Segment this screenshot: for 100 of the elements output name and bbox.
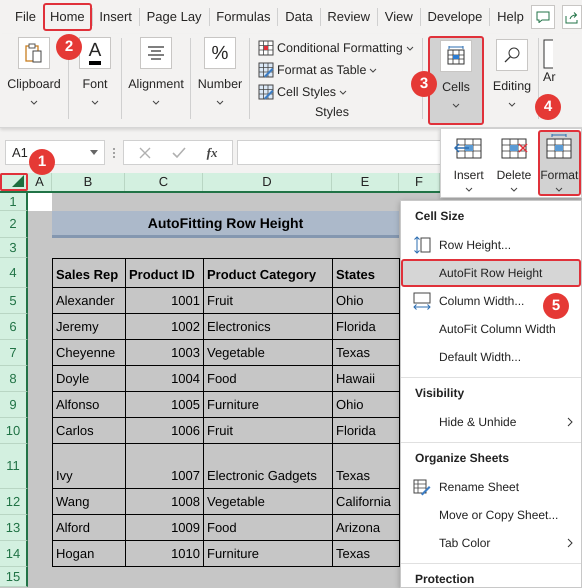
caret-icon	[510, 187, 518, 192]
row-header[interactable]: 6	[0, 314, 28, 340]
cells-menu-button[interactable]: Format	[538, 130, 581, 196]
align-center-icon	[147, 45, 165, 61]
row-header[interactable]: 4	[0, 258, 28, 288]
ribbon-tab[interactable]: Data	[278, 3, 320, 31]
ribbon-group-button[interactable]: Editing	[486, 36, 538, 127]
caret-icon	[452, 102, 460, 108]
table-icon	[543, 39, 553, 69]
menu-item[interactable]: Row Height...	[401, 231, 581, 259]
ribbon-tab[interactable]: Help	[490, 3, 531, 31]
column-header[interactable]: C	[125, 173, 203, 191]
menu-item[interactable]: Rename Sheet	[401, 473, 581, 501]
table-cell: 1008	[126, 489, 204, 515]
ribbon-tab[interactable]: File	[8, 3, 43, 31]
clipboard-icon	[25, 43, 43, 63]
row-header[interactable]: 9	[0, 392, 28, 418]
ribbon-tab[interactable]: Develope	[420, 3, 490, 31]
cells-menu-button[interactable]: Insert	[447, 130, 490, 196]
column-header[interactable]: B	[52, 173, 125, 191]
styles-menu-button[interactable]: Format as Table	[258, 59, 378, 82]
menu-item[interactable]: Tab Color	[401, 529, 581, 557]
menu-section-title: Visibility	[414, 385, 466, 402]
table-cell: 1005	[126, 392, 204, 418]
table-cell: Hogan	[53, 541, 126, 567]
percent-icon: %	[212, 44, 228, 62]
row-header[interactable]: 12	[0, 489, 28, 515]
styles-menu-button[interactable]: Cell Styles	[258, 81, 348, 104]
ribbon-tab[interactable]: Home	[42, 3, 92, 31]
ribbon-tab[interactable]: Insert	[92, 3, 139, 31]
table-cell: Electronic Gadgets	[204, 444, 333, 489]
row-header[interactable]: 15	[0, 567, 28, 587]
dropdown-icon	[90, 150, 98, 155]
menu-item[interactable]: Default Width...	[401, 343, 581, 371]
column-width-icon	[413, 292, 431, 310]
menu-item[interactable]: Move or Copy Sheet...	[401, 501, 581, 529]
rename-sheet-icon	[413, 478, 431, 496]
ribbon-group-button[interactable]: Alignment	[122, 36, 190, 127]
caret-icon	[508, 102, 516, 107]
ribbon-tab[interactable]: Page Lay	[140, 3, 209, 31]
caret-icon	[339, 90, 348, 95]
group-label: Styles	[314, 104, 350, 122]
row-header[interactable]: 2	[0, 211, 28, 238]
table-cell: Food	[204, 366, 333, 392]
check-icon[interactable]	[172, 146, 186, 158]
insert-function-button[interactable]: fx	[206, 142, 218, 162]
button-label: Conditional Formatting	[277, 40, 403, 57]
table-cell: 1001	[126, 288, 204, 314]
menu-section-title: Cell Size	[414, 208, 466, 225]
row-header[interactable]: 13	[0, 515, 28, 541]
column-header[interactable]: E	[332, 173, 399, 191]
sheet-title: AutoFitting Row Height	[52, 211, 399, 238]
column-heading: Sales Rep	[53, 259, 126, 288]
caret-icon	[464, 187, 473, 192]
table-cell: 1006	[126, 418, 204, 444]
row-header[interactable]: 14	[0, 541, 28, 567]
table-cell: 1003	[126, 340, 204, 366]
row-header[interactable]: 7	[0, 340, 28, 366]
caret-icon	[91, 100, 99, 105]
table-cell: Electronics	[204, 314, 333, 340]
table-cell: Cheyenne	[53, 340, 126, 366]
row-height-icon	[413, 236, 431, 254]
cells-group-button[interactable]: Cells	[428, 36, 484, 125]
menu-item[interactable]: Hide & Unhide	[401, 408, 581, 436]
table-cell-icon	[446, 46, 466, 66]
ribbon-tab[interactable]: Review	[320, 3, 378, 31]
comment-icon	[536, 11, 550, 23]
column-heading: Product Category	[204, 259, 333, 288]
cells-menu-button[interactable]: Delete	[492, 130, 536, 196]
select-all-button[interactable]	[0, 173, 28, 191]
table-cell: Vegetable	[204, 489, 333, 515]
table-cell: Doyle	[53, 366, 126, 392]
row-header[interactable]: 8	[0, 366, 28, 392]
table-cell: Vegetable	[204, 340, 333, 366]
row-header[interactable]: 5	[0, 288, 28, 314]
ribbon-tab[interactable]: View	[378, 3, 420, 31]
table-cell: 1007	[126, 444, 204, 489]
share-button[interactable]	[562, 5, 582, 29]
table-cell: Alexander	[53, 288, 126, 314]
table-cell: Ivy	[53, 444, 126, 489]
comments-button[interactable]	[530, 5, 556, 29]
table-cell: Carlos	[53, 418, 126, 444]
row-header[interactable]: 11	[0, 444, 28, 489]
table-cell: 1009	[126, 515, 204, 541]
search-icon	[503, 46, 521, 64]
table-cell: Wang	[53, 489, 126, 515]
caret-icon	[30, 100, 38, 105]
table-cell: Furniture	[204, 392, 333, 418]
caret-icon	[369, 68, 378, 73]
table-format-icon	[258, 62, 274, 78]
row-header[interactable]: 1	[0, 193, 28, 211]
ribbon-group-button[interactable]: % Number	[191, 36, 249, 127]
styles-menu-button[interactable]: Conditional Formatting	[258, 37, 414, 60]
active-cell[interactable]	[28, 193, 52, 211]
menu-item[interactable]: AutoFit Row Height	[401, 259, 581, 287]
row-header[interactable]: 3	[0, 238, 28, 258]
ribbon-tab[interactable]: Formulas	[209, 3, 278, 31]
column-header[interactable]: D	[203, 173, 332, 191]
caret-icon	[555, 187, 564, 192]
row-header[interactable]: 10	[0, 418, 28, 444]
